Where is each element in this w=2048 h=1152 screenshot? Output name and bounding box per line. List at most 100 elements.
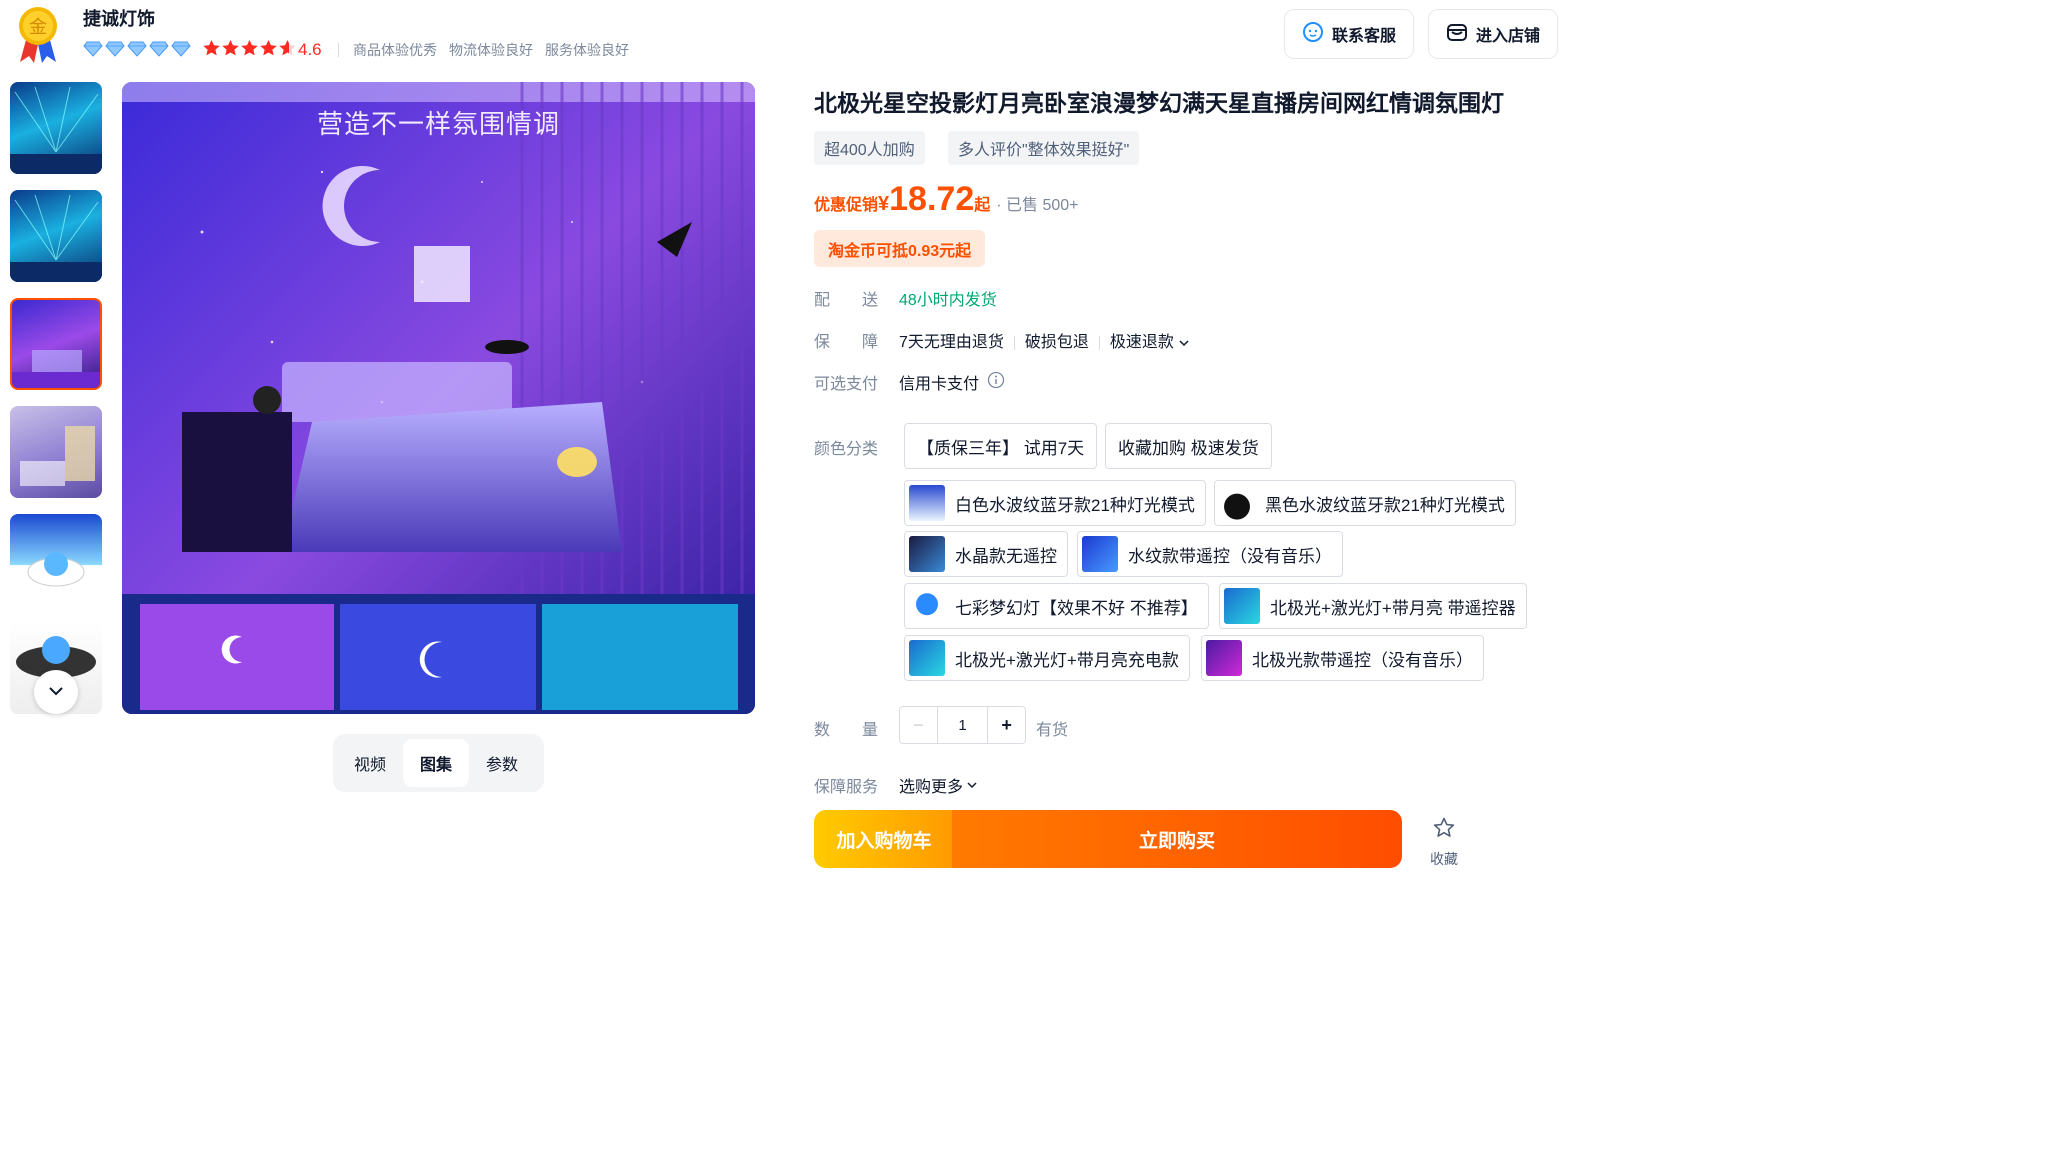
contact-service-label: 联系客服 [1331, 28, 1396, 45]
favorite-label: 收藏 [1430, 851, 1458, 867]
color-option[interactable]: 北极光+激光灯+带月亮充电款 [904, 635, 1190, 681]
gallery-thumbnail[interactable] [10, 514, 102, 606]
diamond-icon [171, 41, 191, 57]
option-thumbnail [909, 485, 945, 521]
contact-service-button[interactable]: 联系客服 [1284, 9, 1414, 59]
diamond-icon [127, 41, 147, 57]
tab-params[interactable]: 参数 [469, 739, 535, 787]
product-tag: 多人评价"整体效果挺好" [948, 131, 1140, 165]
shop-tag: 商品体验优秀 [353, 42, 437, 58]
color-option[interactable]: 七彩梦幻灯【效果不好 不推荐】 [904, 583, 1209, 629]
diamond-icon [149, 41, 169, 57]
shop-experience-tags: 商品体验优秀 物流体验良好 服务体验良好 [338, 40, 641, 60]
chat-bubble-icon [1302, 21, 1324, 48]
star-outline-icon [1432, 816, 1456, 845]
badge-text: 金 [29, 17, 47, 38]
color-option-label: 水晶款无遥控 [955, 546, 1057, 566]
thumbnails-scroll-down-button[interactable] [34, 670, 78, 714]
star-icon [241, 39, 258, 56]
color-option[interactable]: 北极光+激光灯+带月亮 带遥控器 [1219, 583, 1527, 629]
gallery-thumbnail-selected[interactable] [10, 298, 102, 390]
star-icon [279, 39, 296, 56]
protection-label: 保障服务 [814, 779, 879, 796]
price-suffix: 起 [974, 197, 991, 214]
protection-value: 选购更多 [899, 779, 964, 796]
option-thumbnail [909, 536, 945, 572]
chevron-down-icon [1178, 334, 1190, 351]
color-option-label: 北极光+激光灯+带月亮 带遥控器 [1270, 598, 1516, 618]
color-option-label: 北极光+激光灯+带月亮充电款 [955, 650, 1179, 670]
color-option-label: 北极光款带遥控（没有音乐） [1252, 650, 1473, 670]
color-label: 颜色分类 [814, 441, 879, 458]
buy-now-button[interactable]: 立即购买 [952, 810, 1402, 868]
option-thumbnail [1206, 640, 1242, 676]
option-thumbnail [1082, 536, 1118, 572]
main-image-caption: 营造不一样氛围情调 [316, 109, 560, 139]
color-option[interactable]: 【质保三年】 试用7天 [904, 423, 1098, 469]
main-product-image[interactable]: 营造不一样氛围情调 [122, 82, 755, 714]
color-option[interactable]: 水纹款带遥控（没有音乐） [1077, 531, 1343, 577]
color-option[interactable]: 黑色水波纹蓝牙款21种灯光模式 [1214, 480, 1516, 526]
chevron-down-icon [966, 776, 978, 794]
payment-label: 可选支付 [814, 376, 879, 393]
delivery-value: 48小时内发货 [899, 292, 997, 309]
star-icon [260, 39, 277, 56]
info-icon[interactable] [987, 371, 1005, 394]
gallery-thumbnail[interactable] [10, 82, 102, 174]
favorite-button[interactable]: 收藏 [1422, 816, 1466, 869]
color-option[interactable]: 北极光款带遥控（没有音乐） [1201, 635, 1484, 681]
chevron-down-icon [48, 683, 64, 701]
shop-name[interactable]: 捷诚灯饰 [83, 5, 155, 31]
option-thumbnail [909, 640, 945, 676]
guarantee-label: 保 障 [814, 334, 879, 351]
guarantee-item: 破损包退 [1024, 334, 1089, 351]
color-option[interactable]: 收藏加购 极速发货 [1105, 423, 1272, 469]
delivery-label: 配 送 [814, 292, 879, 309]
quantity-label: 数 量 [814, 722, 879, 739]
sold-count: · 已售 500+ [996, 197, 1079, 214]
payment-value-row: 信用卡支付 [899, 370, 1005, 394]
add-to-cart-button[interactable]: 加入购物车 [814, 810, 954, 868]
tab-gallery[interactable]: 图集 [403, 739, 469, 787]
shop-tag: 服务体验良好 [545, 42, 629, 58]
tab-video[interactable]: 视频 [337, 739, 403, 787]
gallery-thumbnail[interactable] [10, 406, 102, 498]
star-icon [222, 39, 239, 56]
gallery-thumbnail[interactable] [10, 190, 102, 282]
quantity-stepper: − 1 + [899, 706, 1026, 744]
diamond-icon [83, 41, 103, 57]
shop-rating-value: 4.6 [298, 40, 322, 59]
product-title: 北极光星空投影灯月亮卧室浪漫梦幻满天星直播房间网红情调氛围灯 [814, 90, 1504, 116]
guarantee-item: 7天无理由退货 [899, 334, 1004, 351]
color-option-label: 白色水波纹蓝牙款21种灯光模式 [955, 495, 1195, 515]
shop-level-diamonds [83, 41, 191, 57]
guarantee-list[interactable]: 7天无理由退货 破损包退 极速退款 [899, 328, 1190, 352]
price-value: 18.72 [889, 180, 975, 218]
option-thumbnail [909, 588, 945, 624]
taojinbi-coupon[interactable]: 淘金币可抵0.93元起 [814, 230, 986, 267]
color-option-label: 七彩梦幻灯【效果不好 不推荐】 [955, 598, 1198, 618]
shop-tag: 物流体验良好 [449, 42, 533, 58]
star-icon [203, 39, 220, 56]
payment-value: 信用卡支付 [899, 376, 980, 393]
store-icon [1446, 21, 1468, 48]
gallery-tabs: 视频 图集 参数 [333, 734, 544, 792]
currency-symbol: ¥ [878, 193, 890, 215]
shop-rating-stars [202, 39, 297, 57]
quantity-decrease-button[interactable]: − [900, 707, 938, 743]
product-tag: 超400人加购 [814, 131, 925, 165]
price-label: 优惠促销 [814, 197, 879, 214]
color-option[interactable]: 白色水波纹蓝牙款21种灯光模式 [904, 480, 1206, 526]
guarantee-item: 极速退款 [1109, 334, 1174, 351]
diamond-icon [105, 41, 125, 57]
protection-selector[interactable]: 选购更多 [899, 773, 978, 797]
quantity-increase-button[interactable]: + [987, 707, 1025, 743]
color-option[interactable]: 水晶款无遥控 [904, 531, 1068, 577]
option-thumbnail [1224, 588, 1260, 624]
enter-store-button[interactable]: 进入店铺 [1428, 9, 1558, 59]
color-option-label: 水纹款带遥控（没有音乐） [1128, 546, 1332, 566]
price-row: 优惠促销 ¥ 18.72 起 · 已售 500+ [814, 180, 1079, 219]
option-thumbnail [1219, 485, 1255, 521]
quantity-input[interactable]: 1 [938, 707, 988, 743]
enter-store-label: 进入店铺 [1475, 28, 1540, 45]
